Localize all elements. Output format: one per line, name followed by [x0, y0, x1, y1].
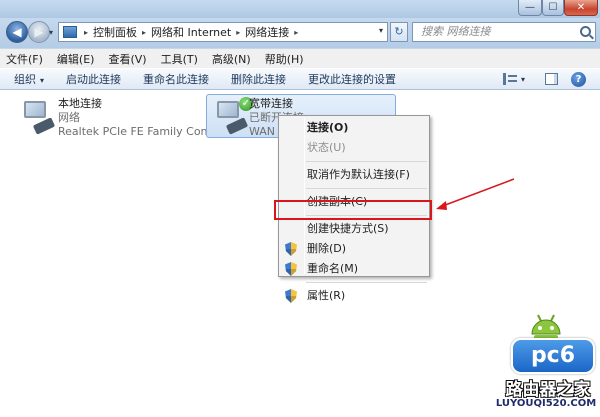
command-bar: 组织 ▾ 启动此连接 重命名此连接 删除此连接 更改此连接的设置 ▾ ? — [0, 68, 600, 90]
menu-divider — [279, 279, 429, 286]
shield-icon — [285, 262, 297, 276]
navigation-bar: ◀ ▶ ▾ ▸ 控制面板 ▸ 网络和 Internet ▸ 网络连接 ▸ ▾ ↻… — [0, 18, 600, 48]
chevron-down-icon: ▾ — [40, 76, 45, 85]
close-button[interactable]: ✕ — [564, 0, 598, 16]
menu-item-create-shortcut[interactable]: 创建快捷方式(S) — [279, 219, 429, 239]
menu-item-label: 属性(R) — [307, 289, 346, 302]
preview-pane-icon[interactable] — [545, 73, 558, 85]
breadcrumb-control-panel[interactable]: 控制面板 — [93, 24, 137, 40]
breadcrumb-separator[interactable]: ▸ — [236, 28, 240, 37]
search-input[interactable]: 搜索 网络连接 — [412, 22, 596, 42]
menu-tools[interactable]: 工具(T) — [161, 51, 198, 67]
back-button[interactable]: ◀ — [6, 21, 28, 43]
shield-icon — [285, 289, 297, 303]
menu-help[interactable]: 帮助(H) — [265, 51, 304, 67]
menu-view[interactable]: 查看(V) — [108, 51, 146, 67]
view-options-dropdown[interactable]: ▾ — [521, 75, 525, 84]
menu-bar: 文件(F) 编辑(E) 查看(V) 工具(T) 高级(N) 帮助(H) — [0, 48, 600, 68]
menu-edit[interactable]: 编辑(E) — [57, 51, 95, 67]
control-panel-icon — [63, 26, 77, 38]
minimize-button[interactable]: — — [518, 0, 542, 16]
shield-icon — [285, 242, 297, 256]
menu-item-label: 删除(D) — [307, 242, 347, 255]
refresh-button[interactable]: ↻ — [390, 22, 408, 42]
connection-name: 宽带连接 — [249, 97, 293, 110]
menu-item-connect[interactable]: 连接(O) — [279, 118, 429, 138]
context-menu: 连接(O) 状态(U) 取消作为默认连接(F) 创建副本(C) 创建快捷方式(S… — [278, 115, 430, 302]
broadband-adapter-icon: ✓ — [213, 97, 253, 135]
pc6-logo: pc6 — [511, 338, 595, 374]
menu-divider — [279, 212, 429, 219]
address-bar[interactable]: ▸ 控制面板 ▸ 网络和 Internet ▸ 网络连接 ▸ ▾ — [58, 22, 388, 42]
menu-item-create-copy[interactable]: 创建副本(C) — [279, 192, 429, 212]
start-connection-button[interactable]: 启动此连接 — [66, 71, 121, 87]
breadcrumb-separator[interactable]: ▸ — [84, 28, 88, 37]
breadcrumb-network-internet[interactable]: 网络和 Internet — [151, 24, 231, 40]
rename-connection-button[interactable]: 重命名此连接 — [143, 71, 209, 87]
menu-item-status: 状态(U) — [307, 141, 346, 154]
change-view-icon[interactable] — [503, 73, 517, 85]
menu-item-properties[interactable]: 属性(R) — [279, 286, 429, 306]
menu-item-rename[interactable]: 重命名(M) — [279, 259, 429, 279]
menu-item-label: 重命名(M) — [307, 262, 359, 275]
change-settings-button[interactable]: 更改此连接的设置 — [308, 71, 396, 87]
title-bar: — ☐ ✕ — [0, 0, 600, 18]
menu-item-cancel-default[interactable]: 取消作为默认连接(F) — [279, 165, 429, 185]
watermark-site-name: 路由器之家 — [505, 380, 591, 400]
help-icon[interactable]: ? — [571, 72, 586, 87]
recent-pages-dropdown[interactable]: ▾ — [49, 28, 53, 37]
maximize-button[interactable]: ☐ — [542, 0, 564, 16]
menu-item-delete[interactable]: 删除(D) — [279, 239, 429, 259]
address-dropdown-icon[interactable]: ▾ — [379, 26, 383, 35]
breadcrumb-network-connections[interactable]: 网络连接 — [245, 24, 289, 40]
organize-label: 组织 — [14, 73, 36, 86]
search-placeholder: 搜索 网络连接 — [421, 25, 491, 38]
organize-button[interactable]: 组织 ▾ — [14, 71, 44, 87]
delete-connection-button[interactable]: 删除此连接 — [231, 71, 286, 87]
local-connection-item[interactable]: 本地连接 网络 Realtek PCIe FE Family Control..… — [16, 95, 236, 139]
menu-divider — [279, 185, 429, 192]
breadcrumb-separator[interactable]: ▸ — [294, 28, 298, 37]
watermark-url: LUYOUQI520.COM — [495, 398, 597, 409]
forward-button[interactable]: ▶ — [28, 21, 50, 43]
menu-file[interactable]: 文件(F) — [6, 51, 43, 67]
menu-divider — [279, 158, 429, 165]
menu-advanced[interactable]: 高级(N) — [212, 51, 251, 67]
breadcrumb-separator[interactable]: ▸ — [142, 28, 146, 37]
search-icon[interactable] — [580, 26, 591, 37]
network-adapter-icon — [20, 99, 56, 135]
